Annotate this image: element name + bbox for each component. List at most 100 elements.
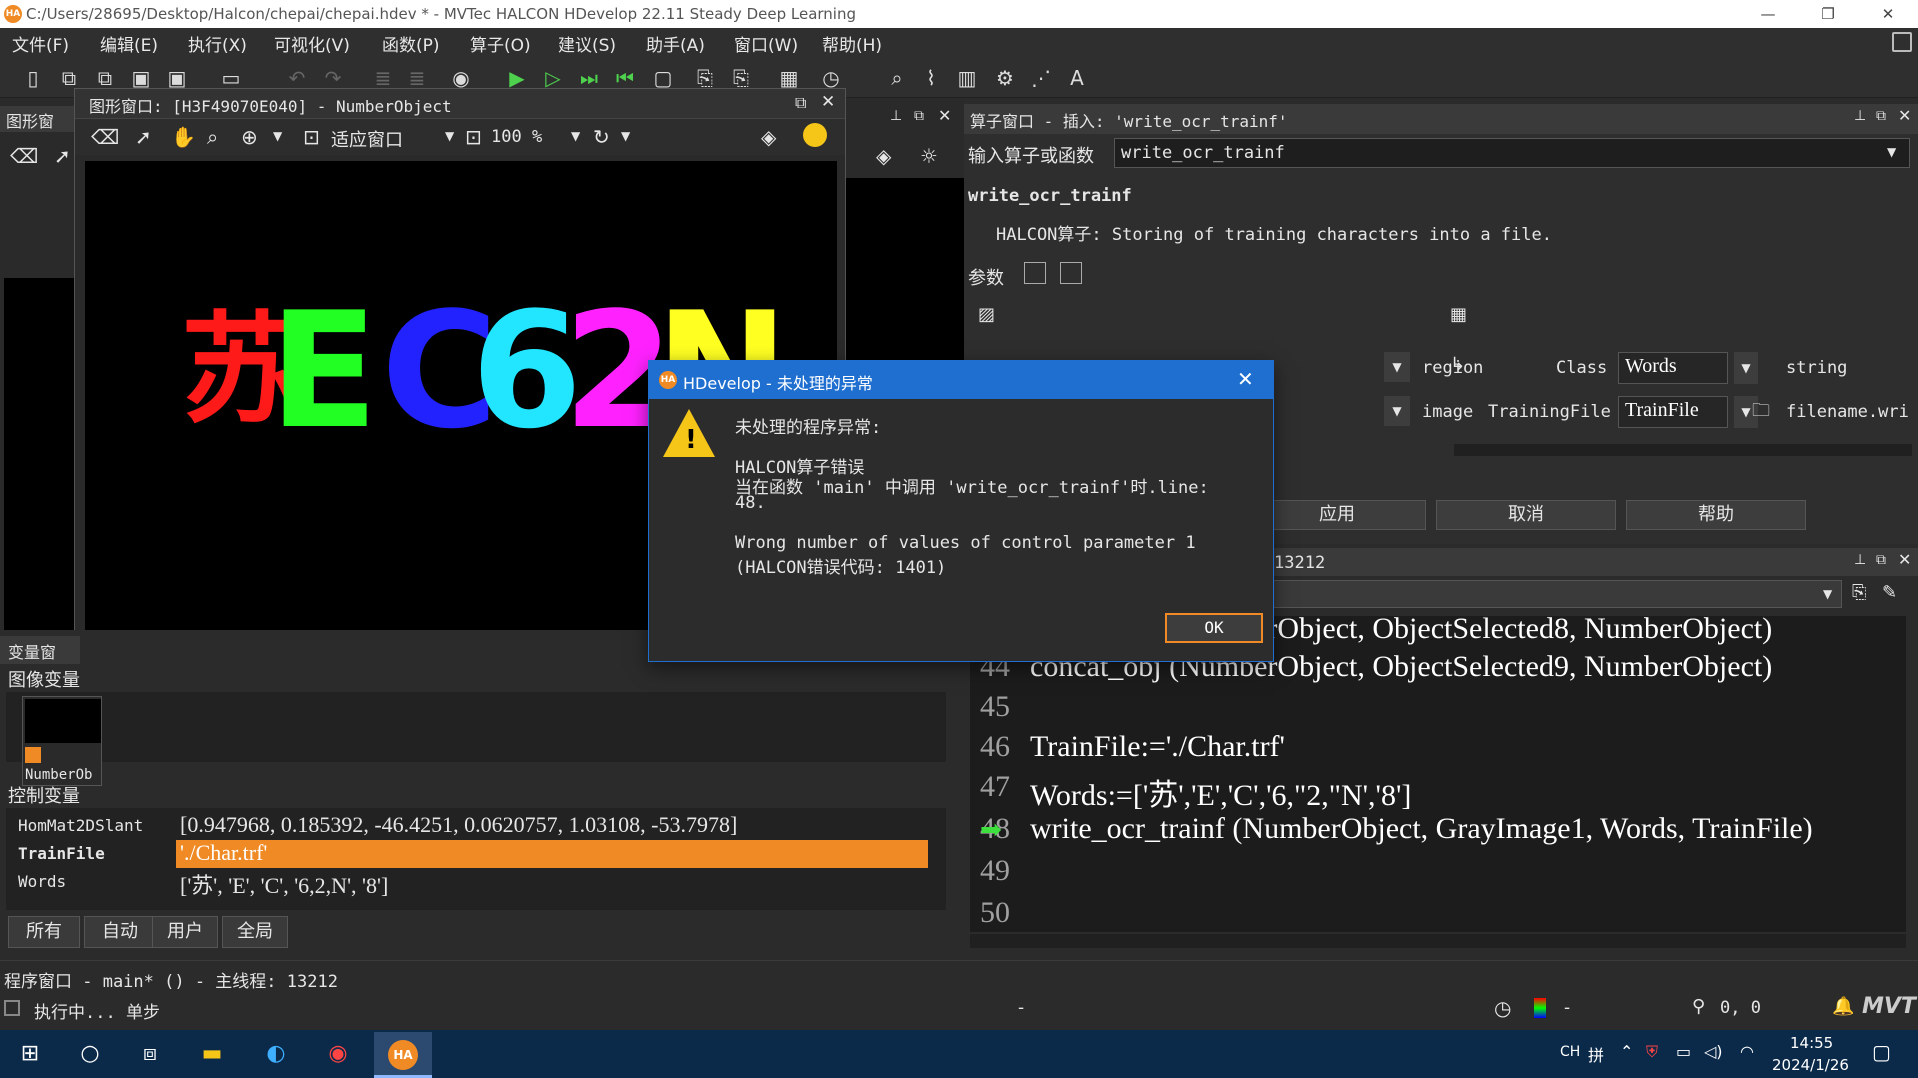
layers-icon[interactable]: ◈ xyxy=(761,125,776,149)
file-explorer-icon[interactable]: ▬ xyxy=(188,1036,236,1072)
menu-procedures[interactable]: 函数(P) xyxy=(382,31,440,56)
notification-icon[interactable]: ▢ xyxy=(1872,1040,1891,1064)
select-pointer-icon[interactable]: ➚ xyxy=(135,125,152,149)
edge-browser-icon[interactable]: ◐ xyxy=(252,1036,300,1072)
magnify-icon[interactable]: ⌕ xyxy=(207,125,218,149)
chrome-browser-icon[interactable]: ◉ xyxy=(314,1036,362,1072)
histogram-icon[interactable]: ▥ xyxy=(954,65,980,91)
horizontal-scrollbar[interactable] xyxy=(1454,444,1912,456)
cancel-button[interactable]: 取消 xyxy=(1436,500,1616,530)
timer-icon[interactable]: ◷ xyxy=(1494,996,1511,1020)
bell-icon[interactable]: 🔔 xyxy=(1832,996,1854,1017)
close-icon[interactable]: ✕ xyxy=(938,106,951,125)
line-profile-icon[interactable]: ⌇ xyxy=(918,65,944,91)
pin-icon[interactable]: ⊥ xyxy=(890,108,902,124)
help-button[interactable]: 帮助 xyxy=(1626,500,1806,530)
menu-visualize[interactable]: 可视化(V) xyxy=(274,31,350,56)
menu-suggestions[interactable]: 建议(S) xyxy=(558,31,616,56)
pin-icon[interactable]: ⊥ xyxy=(1854,108,1866,124)
clock-time[interactable]: 14:55 xyxy=(1790,1034,1833,1052)
procedure-select[interactable]: ▼ xyxy=(1264,580,1842,608)
code-editor[interactable]: 43 concat_obj (NumberObject, ObjectSelec… xyxy=(970,616,1906,932)
eraser-icon[interactable]: ⌫ xyxy=(10,144,38,168)
menu-edit[interactable]: 编辑(E) xyxy=(100,31,158,56)
lightbulb-icon[interactable]: ☼ xyxy=(920,144,938,168)
pin-icon[interactable]: ⊥ xyxy=(1854,552,1866,568)
close-icon[interactable]: ✕ xyxy=(1898,550,1911,569)
tab-user[interactable]: 用户 xyxy=(152,916,218,948)
layers-icon[interactable]: ◈ xyxy=(876,144,891,168)
input-language[interactable]: CH xyxy=(1560,1044,1580,1060)
operator-input[interactable]: write_ocr_trainf ▼ xyxy=(1114,138,1910,168)
halcon-taskbar-button[interactable]: HA xyxy=(374,1032,432,1078)
new-file-icon[interactable]: ▯ xyxy=(20,65,46,91)
code-line[interactable]: Words:=['苏','E','C','6,"2,"N','8'] xyxy=(1030,770,1411,814)
lightbulb-icon[interactable] xyxy=(803,123,827,147)
wifi-icon[interactable]: ◠ xyxy=(1740,1042,1754,1061)
chevron-down-icon[interactable]: ▼ xyxy=(621,129,630,143)
zoom-icon[interactable]: ⌕ xyxy=(884,65,910,91)
battery-icon[interactable]: ▭ xyxy=(1676,1042,1691,1061)
fit-window-label[interactable]: 适应窗口 xyxy=(331,126,403,152)
chevron-down-icon[interactable]: ▼ xyxy=(571,129,580,143)
menu-window[interactable]: 窗口(W) xyxy=(734,31,798,56)
task-view-icon[interactable]: ⧈ xyxy=(126,1036,174,1072)
menu-file[interactable]: 文件(F) xyxy=(12,31,69,56)
float-icon[interactable]: ⧉ xyxy=(795,93,806,113)
search-icon[interactable]: ○ xyxy=(66,1036,114,1072)
param-field-class[interactable]: Words xyxy=(1618,352,1728,384)
float-icon[interactable]: ⧉ xyxy=(914,108,924,124)
float-icon[interactable]: ⧉ xyxy=(1876,552,1886,568)
ime-indicator[interactable]: 拼 xyxy=(1588,1042,1604,1066)
menu-help[interactable]: 帮助(H) xyxy=(822,31,882,56)
tray-chevron-icon[interactable]: ⌃ xyxy=(1620,1042,1633,1061)
windows-start-icon[interactable]: ⊞ xyxy=(6,1036,54,1072)
code-line[interactable]: TrainFile:='./Char.trf' xyxy=(1030,730,1285,764)
folder-icon[interactable]: 🗀 xyxy=(1752,398,1770,428)
tab-all[interactable]: 所有 xyxy=(8,916,80,948)
table-row[interactable]: Words ['苏', 'E', 'C', '6,2,N', '8'] xyxy=(6,868,926,898)
clock-date[interactable]: 2024/1/26 xyxy=(1772,1056,1849,1074)
chevron-down-icon[interactable]: ▼ xyxy=(273,129,282,143)
close-icon[interactable]: ✕ xyxy=(1898,106,1911,125)
tab-global[interactable]: 全局 xyxy=(222,916,288,948)
table-row[interactable]: HomMat2DSlant [0.947968, 0.185392, -46.4… xyxy=(6,812,926,840)
param-dropdown-region[interactable]: ▼ xyxy=(1384,352,1410,382)
layout-icon[interactable] xyxy=(1892,32,1912,52)
tab-auto[interactable]: 自动 xyxy=(84,916,156,948)
param-dropdown-image[interactable]: ▼ xyxy=(1384,396,1410,426)
chevron-down-icon[interactable]: ▼ xyxy=(1734,352,1758,384)
dialog-close-icon[interactable]: ✕ xyxy=(1237,367,1254,391)
chevron-down-icon[interactable]: ▼ xyxy=(1887,145,1896,159)
clear-icon[interactable]: ⌫ xyxy=(91,125,119,149)
clear-breakpoints-icon[interactable]: ✎ xyxy=(1882,582,1897,603)
maximize-button[interactable]: ❐ xyxy=(1800,0,1856,28)
chevron-down-icon[interactable]: ▼ xyxy=(1823,587,1832,601)
list-view-icon[interactable] xyxy=(1024,262,1046,284)
image-var-thumbnail[interactable]: NumberOb xyxy=(22,696,102,786)
float-icon[interactable]: ⧉ xyxy=(1876,108,1886,124)
pan-hand-icon[interactable]: ✋ xyxy=(171,125,196,149)
minimize-button[interactable]: — xyxy=(1740,0,1796,28)
zoom-in-icon[interactable]: ⊕ xyxy=(241,125,258,149)
procedure-edit-icon[interactable]: ⎘ xyxy=(1852,582,1866,603)
security-icon[interactable]: ⛨ xyxy=(1646,1042,1658,1062)
param-field-trainingfile[interactable]: TrainFile xyxy=(1618,396,1728,428)
chart-icon[interactable]: ⋰ xyxy=(1028,65,1054,91)
close-button[interactable]: ✕ xyxy=(1860,0,1916,28)
table-row[interactable]: TrainFile './Char.trf' xyxy=(6,840,928,868)
inspection-icon[interactable]: ⚙ xyxy=(992,65,1018,91)
draw-icon[interactable]: ↻ xyxy=(593,125,610,149)
zoom-level-value[interactable]: 100 % xyxy=(491,127,542,147)
code-line[interactable]: write_ocr_trainf (NumberObject, GrayImag… xyxy=(1030,812,1813,846)
close-icon[interactable]: ✕ xyxy=(821,92,835,112)
chevron-down-icon[interactable]: ▼ xyxy=(445,129,454,143)
pointer-icon[interactable]: ➚ xyxy=(54,144,71,168)
menu-assistants[interactable]: 助手(A) xyxy=(646,31,705,56)
menu-execute[interactable]: 执行(X) xyxy=(188,31,247,56)
fit-window-icon[interactable]: ⊡ xyxy=(303,125,320,149)
menu-operators[interactable]: 算子(O) xyxy=(470,31,531,56)
ocr-icon[interactable]: A xyxy=(1064,65,1090,91)
table-view-icon[interactable] xyxy=(1060,262,1082,284)
apply-button[interactable]: 应用 xyxy=(1248,500,1426,530)
